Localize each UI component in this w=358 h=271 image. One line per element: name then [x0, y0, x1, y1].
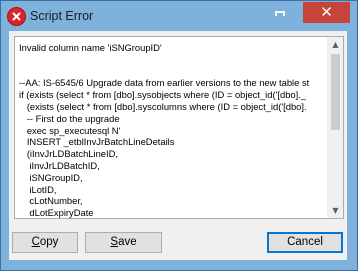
cancel-button[interactable]: Cancel	[267, 232, 343, 253]
error-text-area[interactable]: Invalid column name 'iSNGroupID' --AA: I…	[14, 36, 344, 219]
error-line: iLotID,	[19, 183, 57, 195]
script-error-dialog: Script Error ✕ Invalid column name 'iSNG…	[0, 0, 358, 271]
error-line: --AA: IS-6545/6 Upgrade data from earlie…	[19, 77, 310, 89]
error-line: -- First do the upgrade	[19, 112, 120, 124]
dialog-body: Invalid column name 'iSNGroupID' --AA: I…	[9, 31, 347, 260]
error-line	[19, 66, 327, 78]
error-line: Invalid column name 'iSNGroupID'	[19, 42, 162, 53]
save-button[interactable]: Save	[85, 232, 162, 253]
error-line: if (exists (select * from [dbo].sysobjec…	[19, 89, 307, 101]
error-line: cLotNumber,	[19, 195, 83, 207]
close-button[interactable]: ✕	[303, 2, 350, 23]
title-bar[interactable]: Script Error ✕	[1, 1, 357, 31]
error-line: INSERT _etblInvJrBatchLineDetails	[19, 136, 175, 148]
window-title: Script Error	[30, 9, 94, 23]
error-line	[19, 54, 327, 66]
scroll-down-icon[interactable]: ▼	[328, 203, 343, 218]
error-line: (exists (select * from [dbo].syscolumns …	[19, 100, 307, 112]
scroll-thumb[interactable]	[331, 54, 340, 130]
error-line: dLotExpiryDate	[19, 207, 94, 218]
error-message: Invalid column name 'iSNGroupID' --AA: I…	[19, 42, 327, 218]
vertical-scrollbar[interactable]: ▲ ▼	[327, 37, 343, 218]
error-line: iSNGroupID,	[19, 171, 83, 183]
scroll-up-icon[interactable]: ▲	[328, 37, 343, 52]
copy-button[interactable]: Copy	[12, 232, 78, 253]
error-line: iInvJrLDBatchID,	[19, 159, 100, 171]
minimize-icon	[275, 11, 285, 16]
close-icon: ✕	[320, 3, 333, 21]
minimize-button[interactable]	[265, 2, 295, 23]
error-icon	[7, 7, 26, 26]
error-line: exec sp_executesql N'	[19, 124, 121, 136]
error-line: (iInvJrLDBatchLineID,	[19, 148, 118, 160]
